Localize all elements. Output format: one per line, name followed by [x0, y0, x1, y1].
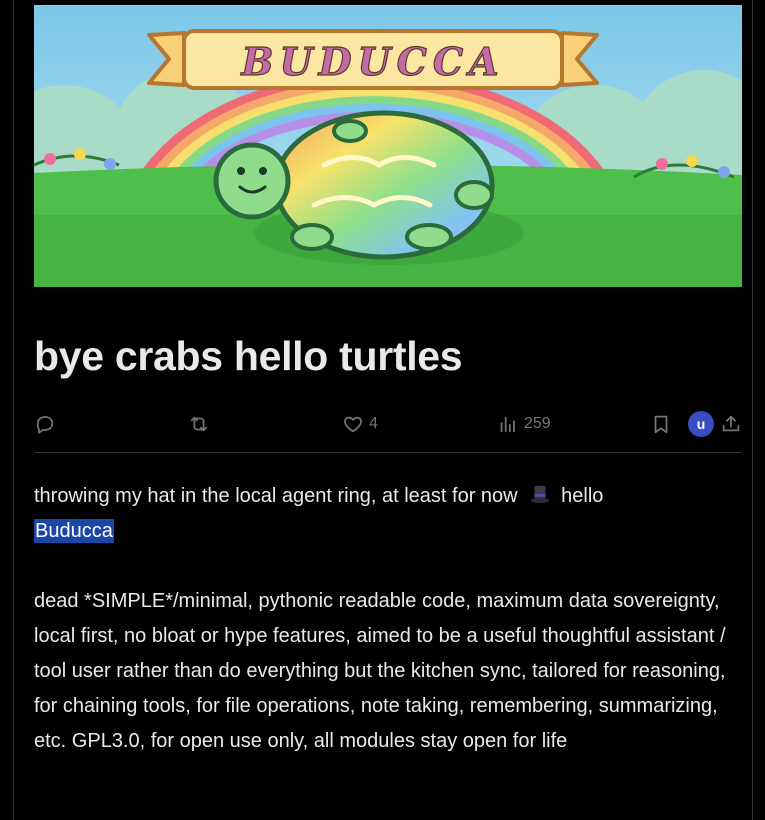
like-count: 4: [369, 415, 378, 432]
share-button[interactable]: [720, 406, 742, 442]
paragraph-1-hello: hello: [561, 485, 604, 507]
heart-icon: [344, 416, 362, 433]
views-icon: [500, 416, 515, 433]
bookmark-icon: [654, 415, 668, 434]
post-action-bar: 4 259 u: [34, 406, 742, 442]
bookmark-button[interactable]: [650, 406, 672, 442]
post-paragraph-1: throwing my hat in the local agent ring,…: [34, 479, 746, 549]
views-count: 259: [524, 415, 551, 432]
grok-avatar[interactable]: u: [688, 411, 714, 437]
hero-illustration: BUDUCCA: [34, 5, 742, 287]
paragraph-1-text: throwing my hat in the local agent ring,…: [34, 485, 518, 507]
hero-image[interactable]: BUDUCCA: [34, 5, 742, 287]
repost-button[interactable]: [188, 406, 210, 442]
reply-icon: [36, 416, 54, 434]
post-title: bye crabs hello turtles: [34, 333, 463, 379]
hero-banner-text: BUDUCCA: [240, 39, 504, 84]
buducca-selected-text[interactable]: Buducca: [34, 519, 114, 543]
right-column-border: [752, 0, 753, 820]
left-column-border: [13, 0, 14, 820]
action-bar-divider: [34, 452, 742, 453]
share-icon: [722, 415, 740, 432]
views-button[interactable]: 259: [497, 406, 551, 442]
top-hat-emoji-icon: [530, 485, 550, 504]
post-paragraph-2: dead *SIMPLE*/minimal, pythonic readable…: [34, 590, 726, 752]
repost-icon: [190, 416, 208, 432]
like-button[interactable]: 4: [342, 406, 378, 442]
reply-button[interactable]: [34, 406, 56, 442]
